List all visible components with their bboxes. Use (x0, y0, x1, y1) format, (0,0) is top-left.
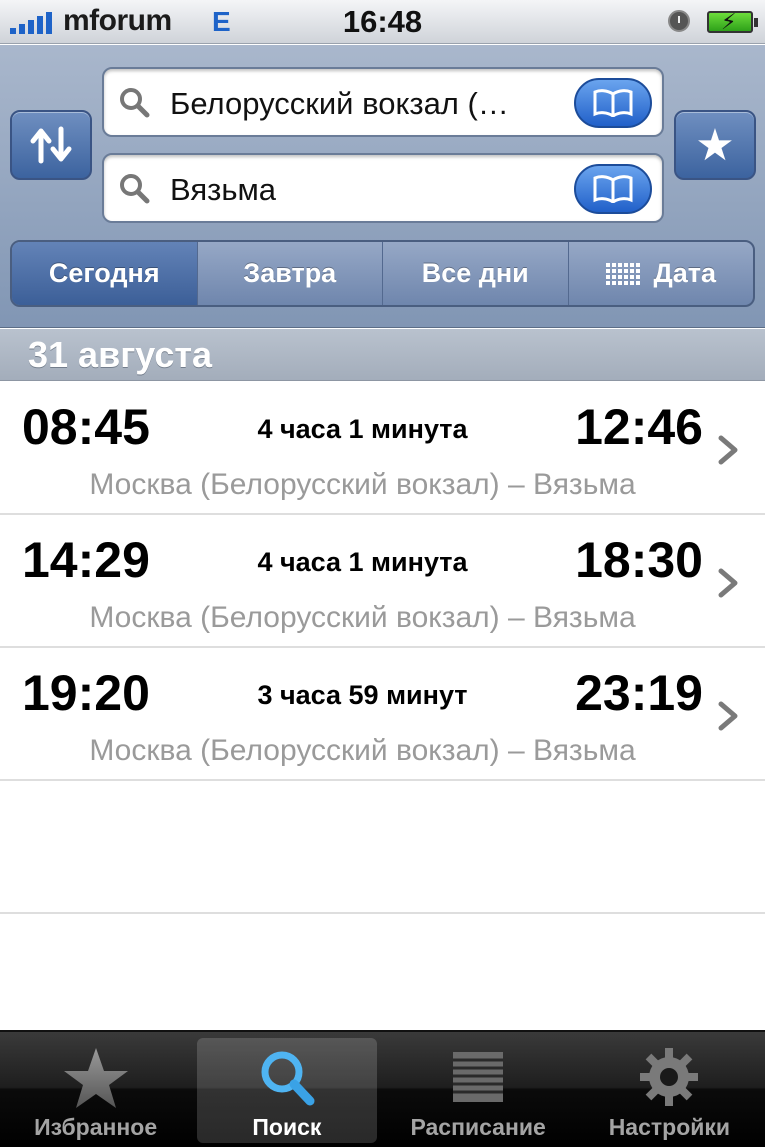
arrival-time: 23:19 (575, 665, 703, 721)
trip-row[interactable]: 19:20 3 часа 59 минут 23:19 Москва (Бело… (0, 648, 765, 781)
alarm-icon (668, 10, 690, 32)
trip-row[interactable]: 14:29 4 часа 1 минута 18:30 Москва (Бело… (0, 515, 765, 648)
segment-date-label: Дата (653, 258, 717, 288)
tab-settings[interactable]: Настройки (574, 1032, 765, 1147)
book-icon (593, 175, 633, 203)
tab-schedule-label: Расписание (410, 1114, 546, 1140)
tab-favorites-label: Избранное (34, 1114, 158, 1140)
from-station-field[interactable]: Белорусский вокзал (… (102, 67, 664, 137)
day-selector: Сегодня Завтра Все дни Дата (10, 240, 755, 307)
star-icon: ★ (695, 120, 735, 170)
status-time: 16:48 (342, 4, 423, 39)
empty-row (0, 781, 765, 914)
tab-favorites[interactable]: Избранное (0, 1032, 191, 1147)
to-station-field[interactable]: Вязьма (102, 153, 664, 223)
arrival-time: 18:30 (575, 532, 703, 588)
date-section-header: 31 августа (0, 329, 765, 381)
search-icon (120, 174, 150, 204)
battery-icon: ⚡ (707, 9, 758, 34)
from-station-value[interactable]: Белорусский вокзал (… (170, 86, 566, 122)
segment-tomorrow[interactable]: Завтра (198, 242, 383, 305)
search-icon (120, 88, 150, 118)
schedule-list-icon (453, 1052, 504, 1102)
star-icon (63, 1048, 128, 1108)
chevron-right-icon (718, 568, 738, 598)
to-station-value[interactable]: Вязьма (170, 172, 566, 208)
trip-route: Москва (Белорусский вокзал) – Вязьма (89, 468, 636, 501)
chevron-right-icon (718, 701, 738, 731)
trip-route: Москва (Белорусский вокзал) – Вязьма (89, 601, 636, 634)
swap-icon (30, 126, 72, 164)
to-bookmarks-button[interactable] (574, 164, 652, 214)
segment-all-days[interactable]: Все дни (383, 242, 569, 305)
tab-settings-label: Настройки (608, 1114, 731, 1140)
segment-today[interactable]: Сегодня (12, 242, 198, 305)
add-favorite-button[interactable]: ★ (674, 110, 756, 180)
gear-icon (640, 1048, 699, 1106)
arrival-time: 12:46 (575, 399, 703, 455)
calendar-grid-icon (605, 262, 640, 285)
tab-schedule[interactable]: Расписание (383, 1032, 574, 1147)
trip-row[interactable]: 08:45 4 часа 1 минута 12:46 Москва (Бело… (0, 382, 765, 515)
trip-route: Москва (Белорусский вокзал) – Вязьма (89, 734, 636, 767)
tab-bar: Избранное Поиск Расписание Настройки (0, 1030, 765, 1147)
search-header: Белорусский вокзал (… Вязьма ★ Сегодня З… (0, 45, 765, 328)
search-icon (261, 1051, 315, 1106)
status-bar: mforum E 16:48 ⚡ (0, 0, 765, 44)
chevron-right-icon (718, 435, 738, 465)
segment-date[interactable]: Дата (569, 242, 754, 305)
from-bookmarks-button[interactable] (574, 78, 652, 128)
trip-list: 08:45 4 часа 1 минута 12:46 Москва (Бело… (0, 382, 765, 914)
tab-search[interactable]: Поиск (191, 1032, 382, 1147)
tab-search-label: Поиск (252, 1114, 322, 1140)
book-icon (593, 89, 633, 117)
swap-stations-button[interactable] (10, 110, 92, 180)
